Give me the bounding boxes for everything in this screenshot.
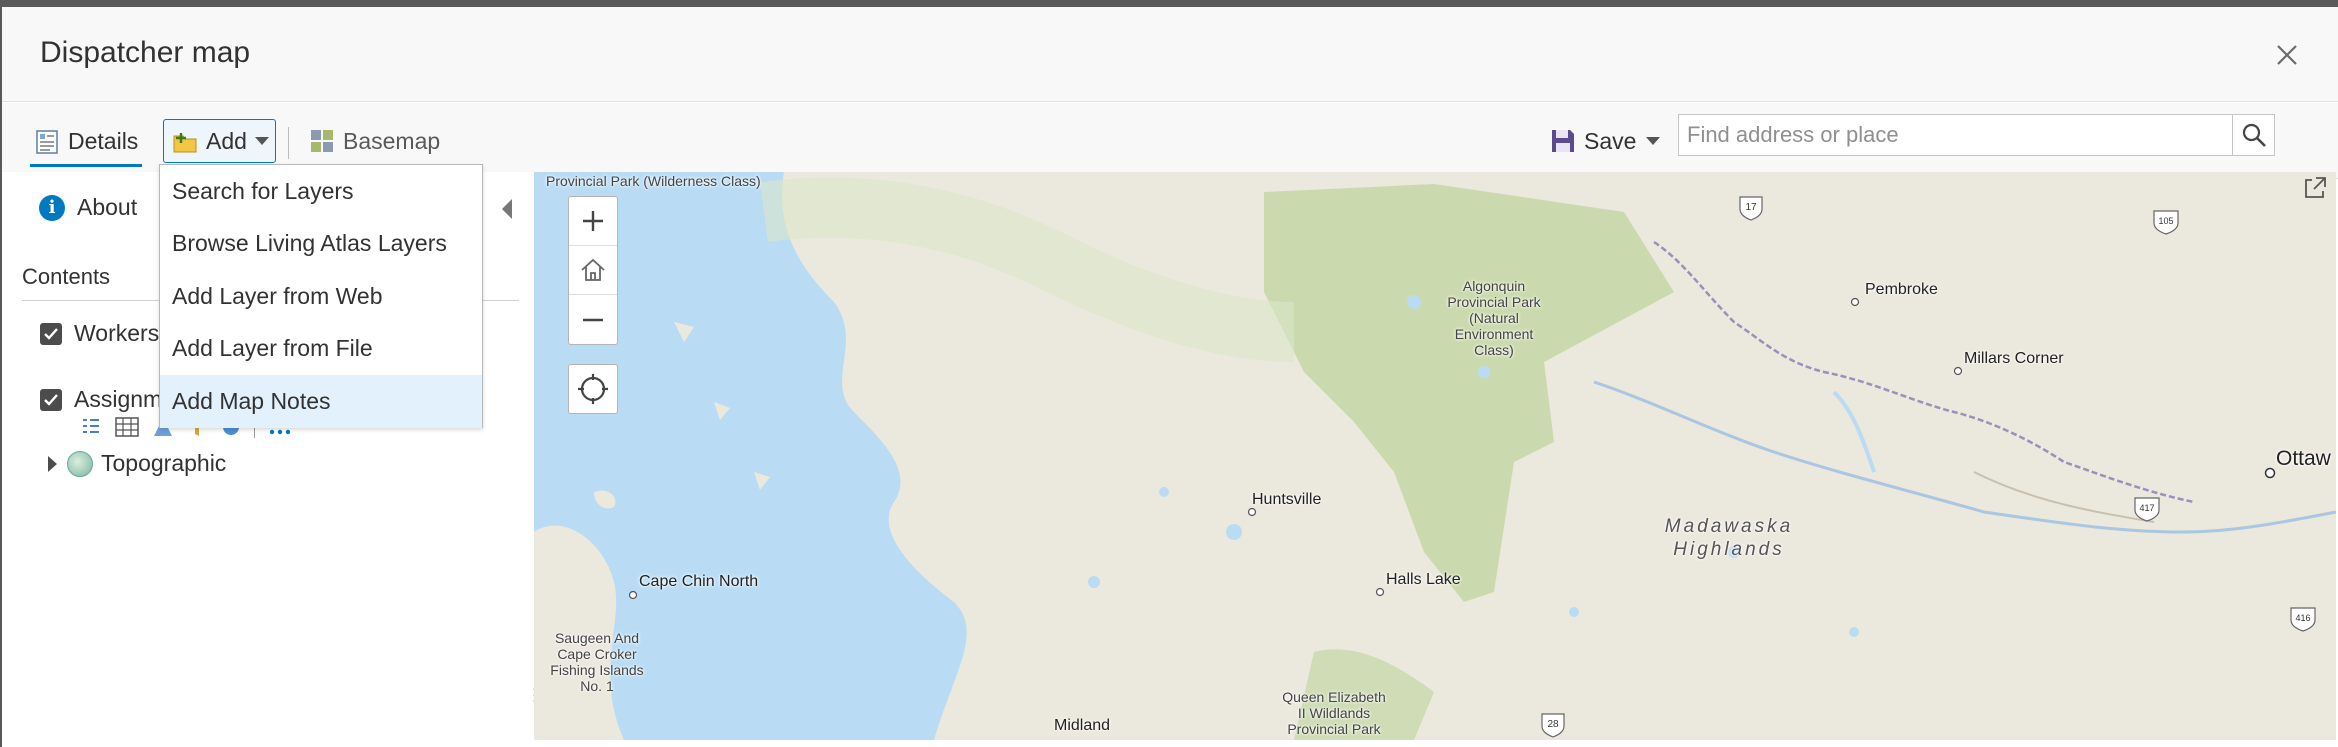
layer-item-topographic: Topographic xyxy=(48,450,226,477)
layer-item-workers: Workers xyxy=(40,320,159,347)
highway-28-label: 28 xyxy=(1547,719,1559,730)
map-label-saugeen: Saugeen And Cape Croker Fishing Islands … xyxy=(550,630,644,694)
city-marker-halls-lake xyxy=(1375,587,1385,597)
highway-105-label: 105 xyxy=(2158,216,2173,226)
map-label-millars-corner: Millars Corner xyxy=(1964,350,2064,367)
search-input[interactable] xyxy=(1679,115,2232,155)
default-extent-button[interactable] xyxy=(569,246,617,295)
menu-item-add-map-notes[interactable]: Add Map Notes xyxy=(160,375,482,428)
basemap-label: Basemap xyxy=(343,127,441,154)
chevron-down-icon xyxy=(254,137,269,145)
map-label-pembroke: Pembroke xyxy=(1865,281,1938,298)
layer-label[interactable]: Topographic xyxy=(101,450,226,477)
expand-icon[interactable] xyxy=(2302,175,2328,201)
highway-shield-icon: 417 xyxy=(2134,497,2160,522)
highway-416-label: 416 xyxy=(2295,613,2310,623)
chevron-down-icon xyxy=(1646,137,1661,145)
toolbar-separator xyxy=(288,127,289,159)
map-label-midland: Midland xyxy=(1054,717,1111,734)
checkmark-icon xyxy=(44,327,58,340)
map-label-ottawa: Ottaw xyxy=(2276,447,2331,470)
minus-icon xyxy=(583,318,603,321)
about-tab[interactable]: i About xyxy=(39,194,137,221)
city-marker-millars-corner xyxy=(1953,366,1963,376)
locate-crosshair-icon xyxy=(578,374,608,404)
layer-checkbox[interactable] xyxy=(40,322,62,345)
map-view[interactable]: Provincial Park (Wilderness Class) Algon… xyxy=(534,172,2336,740)
plus-icon xyxy=(583,211,603,231)
save-button[interactable]: Save xyxy=(1550,119,1661,163)
save-disk-icon xyxy=(1552,130,1574,152)
details-button[interactable]: Details xyxy=(30,119,143,167)
city-marker-huntsville xyxy=(1247,507,1257,517)
legend-icon[interactable] xyxy=(80,416,102,438)
map-label-madawaska-highlands: Madawaska Highlands xyxy=(1664,516,1794,560)
add-dropdown-menu: Search for Layers Browse Living Atlas La… xyxy=(159,164,483,428)
expand-caret-icon[interactable] xyxy=(48,455,57,472)
layer-label[interactable]: Workers xyxy=(74,320,159,347)
zoom-in-button[interactable] xyxy=(569,197,617,246)
dialog-titlebar: Dispatcher map xyxy=(2,7,2338,102)
add-button[interactable]: Add xyxy=(163,119,276,163)
save-label: Save xyxy=(1584,127,1637,154)
zoom-out-button[interactable] xyxy=(569,295,617,344)
map-label-cape-chin-north: Cape Chin North xyxy=(639,573,759,590)
highway-shield-icon: 17 xyxy=(1739,196,1763,221)
city-marker-ottawa xyxy=(2264,467,2276,479)
table-icon[interactable] xyxy=(114,416,140,438)
highway-417-label: 417 xyxy=(2139,503,2154,513)
basemap-terrain xyxy=(534,172,2336,740)
about-label: About xyxy=(77,194,138,220)
basemap-grid-icon xyxy=(311,130,333,152)
layer-label[interactable]: Assignm xyxy=(74,386,162,413)
layer-item-assignments: Assignm xyxy=(40,386,162,413)
map-label-provincial-park: Provincial Park (Wilderness Class) xyxy=(546,173,761,189)
menu-item-search-for-layers[interactable]: Search for Layers xyxy=(160,165,482,218)
layer-checkbox[interactable] xyxy=(40,388,62,411)
collapse-panel-icon[interactable] xyxy=(502,199,512,219)
close-icon[interactable] xyxy=(2272,40,2302,70)
map-label-queen-elizabeth: Queen Elizabeth II Wildlands Provincial … xyxy=(1282,689,1386,737)
map-label-huntsville: Huntsville xyxy=(1252,491,1322,508)
window-top-border xyxy=(0,0,2338,7)
add-layer-icon xyxy=(173,133,197,153)
home-icon xyxy=(581,258,605,281)
info-icon: i xyxy=(39,194,65,221)
highway-shield-icon: 28 xyxy=(1541,713,1565,738)
basemap-button[interactable]: Basemap xyxy=(309,119,440,163)
dialog-title: Dispatcher map xyxy=(40,36,251,69)
add-label: Add xyxy=(206,127,247,154)
menu-item-add-layer-from-web[interactable]: Add Layer from Web xyxy=(160,270,482,323)
search-box xyxy=(1678,114,2275,156)
details-label: Details xyxy=(68,128,139,154)
menu-item-add-layer-from-file[interactable]: Add Layer from File xyxy=(160,323,482,376)
checkmark-icon xyxy=(44,393,58,406)
menu-item-browse-living-atlas[interactable]: Browse Living Atlas Layers xyxy=(160,218,482,271)
contents-heading: Contents xyxy=(22,264,111,289)
highway-shield-icon: 416 xyxy=(2290,607,2316,632)
city-marker-pembroke xyxy=(1850,297,1860,307)
highway-shield-icon: 105 xyxy=(2153,210,2179,235)
locate-button[interactable] xyxy=(568,364,618,414)
search-button[interactable] xyxy=(2232,115,2274,155)
highway-17-label: 17 xyxy=(1745,202,1757,213)
search-icon xyxy=(2242,123,2266,147)
basemap-globe-icon xyxy=(67,450,93,477)
map-label-algonquin: Algonquin Provincial Park (Natural Envir… xyxy=(1447,278,1541,358)
map-label-halls-lake: Halls Lake xyxy=(1386,571,1461,588)
zoom-controls xyxy=(568,196,618,345)
city-marker-cape-chin xyxy=(628,590,638,600)
details-icon xyxy=(36,129,58,154)
